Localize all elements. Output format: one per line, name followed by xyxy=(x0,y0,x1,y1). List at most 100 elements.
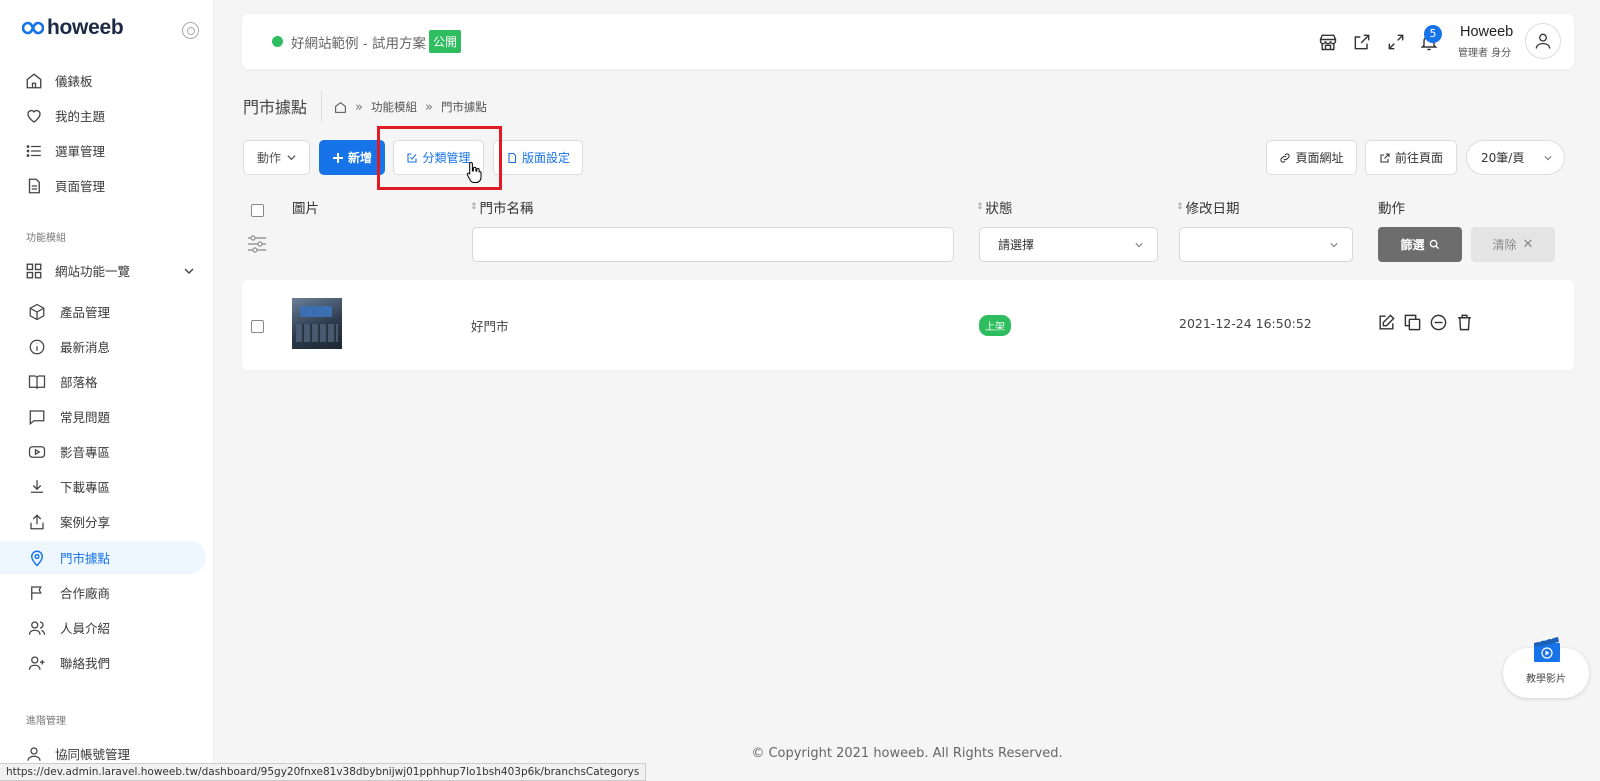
footer-copyright: © Copyright 2021 howeeb. All Rights Rese… xyxy=(751,746,1063,761)
status-filter-select[interactable]: 請選擇 xyxy=(979,227,1158,262)
row-checkbox[interactable] xyxy=(251,320,264,333)
user-avatar-icon xyxy=(1535,33,1551,49)
info-icon xyxy=(29,339,45,354)
sidebar-item-videos[interactable]: 影音專區 xyxy=(0,435,206,468)
chevron-down-icon xyxy=(1544,156,1552,161)
sidebar-item-stores[interactable]: 門市據點 xyxy=(0,541,206,574)
grid-icon xyxy=(26,263,42,278)
column-header-label: 修改日期 xyxy=(1185,201,1240,217)
column-header-actions: 動作 xyxy=(1378,197,1405,217)
list-icon xyxy=(26,144,41,157)
box-icon xyxy=(29,303,45,320)
action-dropdown[interactable]: 動作 xyxy=(243,140,310,175)
book-open-icon xyxy=(28,374,46,389)
page-title: 門市據點 xyxy=(243,98,308,117)
status-bar-url: https://dev.admin.laravel.howeeb.tw/dash… xyxy=(0,763,647,781)
column-header-label: 動作 xyxy=(1378,201,1405,217)
column-header-image: 圖片 xyxy=(292,197,319,217)
home-icon xyxy=(26,72,42,88)
store-thumbnail xyxy=(292,298,342,349)
sidebar-item-team[interactable]: 人員介紹 xyxy=(0,611,206,644)
store-name-filter-input[interactable] xyxy=(472,227,954,262)
sidebar-item-themes[interactable]: 我的主題 xyxy=(0,99,206,132)
avatar[interactable] xyxy=(1525,23,1561,59)
category-manage-button[interactable]: 分類管理 xyxy=(393,140,484,175)
top-header: 好網站範例 - 試用方案 公開 5 Howeeb 管理者 身分 xyxy=(242,14,1574,69)
trash-icon[interactable] xyxy=(1455,313,1474,332)
column-header-modified[interactable]: ⇕ 修改日期 xyxy=(1176,197,1240,217)
column-header-name[interactable]: ⇕ 門市名稱 xyxy=(470,197,534,217)
store-icon[interactable] xyxy=(1318,32,1338,52)
sidebar-item-pages[interactable]: 頁面管理 xyxy=(0,169,206,202)
sidebar-item-label: 案例分享 xyxy=(60,515,111,530)
sidebar-item-downloads[interactable]: 下載專區 xyxy=(0,470,206,503)
per-page-select[interactable]: 20筆/頁 xyxy=(1466,140,1565,175)
external-link-icon[interactable] xyxy=(1352,32,1372,52)
infinity-logo-icon xyxy=(22,21,44,35)
sidebar-toggle-icon[interactable] xyxy=(182,22,199,39)
page-url-button[interactable]: 頁面網址 xyxy=(1266,140,1357,175)
page-url-label: 頁面網址 xyxy=(1295,151,1344,165)
tutorial-label: 教學影片 xyxy=(1526,674,1566,685)
sidebar-group-label: 網站功能一覽 xyxy=(55,264,131,279)
date-filter-select[interactable] xyxy=(1179,227,1353,262)
sidebar-item-label: 下載專區 xyxy=(60,480,111,495)
status-badge[interactable]: 上架 xyxy=(979,315,1011,336)
sidebar: howeeb 儀錶板 我的主題 選單管理 頁面管理 功能模組 網站功能一覽 產品… xyxy=(0,0,214,781)
user-icon xyxy=(27,746,41,761)
sidebar-item-label: 儀錶板 xyxy=(55,74,93,89)
sort-icon: ⇕ xyxy=(976,202,984,212)
site-name[interactable]: 好網站範例 - 試用方案 xyxy=(291,32,426,52)
goto-page-button[interactable]: 前往頁面 xyxy=(1365,140,1457,175)
sliders-icon[interactable] xyxy=(247,235,267,253)
breadcrumb: » 功能模組 » 門市據點 xyxy=(334,99,487,115)
filter-button[interactable]: 篩選 xyxy=(1378,227,1462,262)
sidebar-item-faq[interactable]: 常見問題 xyxy=(0,400,206,433)
add-button-label: 新增 xyxy=(347,151,372,165)
sidebar-item-label: 最新消息 xyxy=(60,340,111,355)
sidebar-item-label: 影音專區 xyxy=(60,445,111,460)
message-square-icon xyxy=(29,409,45,425)
sidebar-item-label: 門市據點 xyxy=(60,551,111,566)
layout-settings-button[interactable]: 版面設定 xyxy=(493,140,583,175)
chevron-down-icon xyxy=(1330,243,1338,248)
sidebar-item-products[interactable]: 產品管理 xyxy=(0,295,206,328)
plus-icon xyxy=(332,152,343,163)
map-pin-icon xyxy=(31,550,43,567)
sort-icon: ⇕ xyxy=(1176,202,1184,212)
sidebar-group-features[interactable]: 網站功能一覽 xyxy=(0,254,206,287)
sidebar-item-label: 常見問題 xyxy=(60,410,111,425)
sidebar-item-cases[interactable]: 案例分享 xyxy=(0,505,206,538)
edit-icon[interactable] xyxy=(1377,313,1396,332)
public-badge: 公開 xyxy=(429,30,462,53)
logo[interactable]: howeeb xyxy=(22,16,124,40)
sidebar-item-label: 聯絡我們 xyxy=(60,656,111,671)
store-name-cell: 好門市 xyxy=(471,319,509,334)
clear-button[interactable]: 清除 ✕ xyxy=(1471,227,1555,262)
copy-icon[interactable] xyxy=(1403,313,1422,332)
home-icon[interactable] xyxy=(334,101,347,114)
action-dropdown-label: 動作 xyxy=(256,151,281,165)
sidebar-item-menus[interactable]: 選單管理 xyxy=(0,134,206,167)
site-status-dot xyxy=(272,36,283,47)
notification-count-badge: 5 xyxy=(1424,25,1442,43)
modified-date-cell: 2021-12-24 16:50:52 xyxy=(1179,316,1312,331)
breadcrumb-item[interactable]: 功能模組 xyxy=(371,99,417,115)
column-header-status[interactable]: ⇕ 狀態 xyxy=(976,197,1013,217)
document-icon xyxy=(28,178,40,193)
sidebar-item-contact[interactable]: 聯絡我們 xyxy=(0,646,206,679)
minus-circle-icon[interactable] xyxy=(1429,313,1448,332)
section-label-modules: 功能模組 xyxy=(26,233,66,244)
sidebar-item-dashboard[interactable]: 儀錶板 xyxy=(0,64,206,97)
clear-button-label: 清除 xyxy=(1492,238,1517,252)
thumbnail-windows xyxy=(296,324,338,342)
select-all-checkbox[interactable] xyxy=(251,204,264,217)
sidebar-item-blog[interactable]: 部落格 xyxy=(0,365,206,398)
clapperboard-icon xyxy=(1534,634,1560,662)
sidebar-item-news[interactable]: 最新消息 xyxy=(0,330,206,363)
breadcrumb-separator: » xyxy=(424,99,433,115)
sidebar-item-partners[interactable]: 合作廠商 xyxy=(0,576,206,609)
add-button[interactable]: 新增 xyxy=(319,140,385,175)
tutorial-video-button[interactable]: 教學影片 xyxy=(1503,634,1589,698)
fullscreen-icon[interactable] xyxy=(1386,32,1406,52)
